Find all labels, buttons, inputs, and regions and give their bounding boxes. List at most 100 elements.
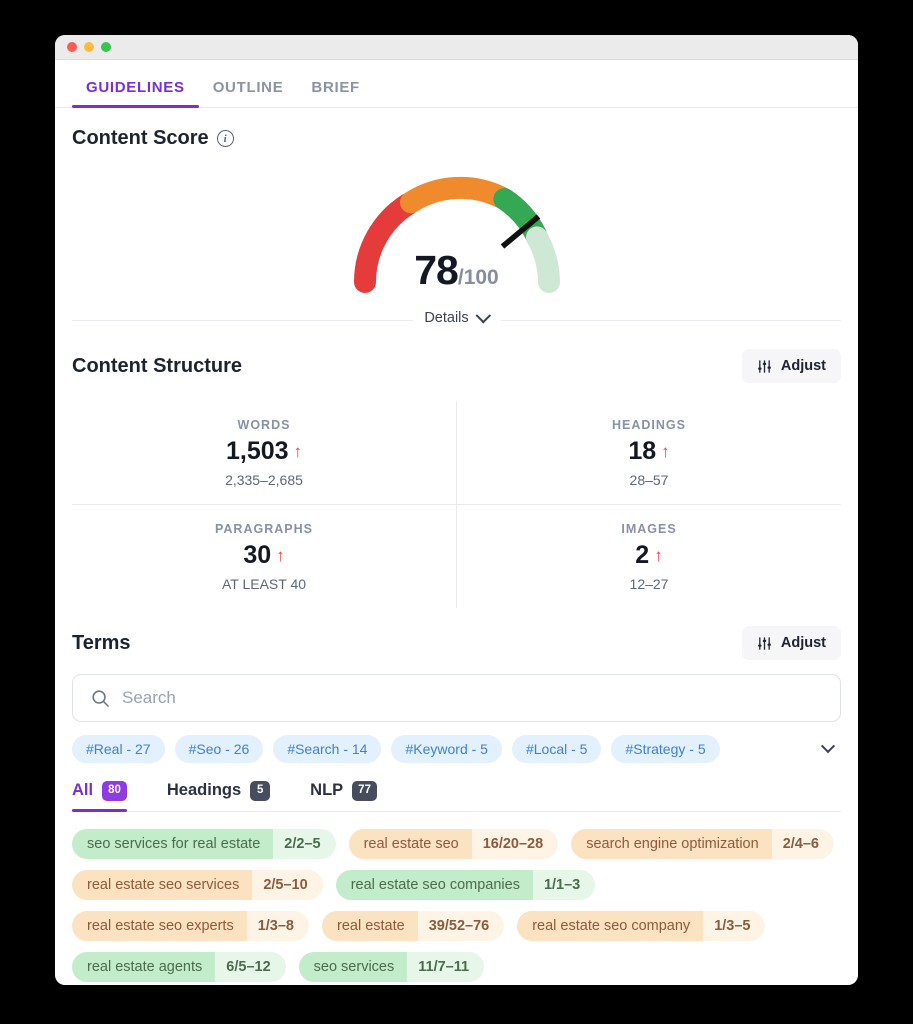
info-icon[interactable]: i (216, 130, 234, 147)
term-chip[interactable]: seo services for real estate 2/2–5 (72, 828, 336, 859)
adjust-structure-label: Adjust (780, 358, 826, 374)
term-chip[interactable]: real estate 39/52–76 (322, 910, 505, 941)
subtab-label: Headings (166, 781, 242, 800)
main-tabbar: GUIDELINES OUTLINE BRIEF (55, 60, 858, 108)
stat-value: 30 (243, 541, 272, 569)
term-chip-list: seo services for real estate 2/2–5 real … (72, 828, 841, 982)
term-name: real estate seo companies (335, 869, 533, 900)
app-window: GUIDELINES OUTLINE BRIEF Content Score i (55, 35, 858, 985)
search-icon (92, 689, 109, 707)
term-count: 2/4–6 (771, 828, 834, 859)
zoom-window-button[interactable] (101, 42, 111, 52)
adjust-structure-button[interactable]: Adjust (741, 349, 841, 383)
term-count: 1/1–3 (532, 869, 596, 900)
term-name: real estate agents (72, 951, 216, 982)
stat-images: IMAGES 2 ↑ 12–27 (457, 505, 841, 608)
term-chip[interactable]: real estate seo experts 1/3–8 (72, 910, 309, 941)
search-input[interactable] (122, 688, 822, 708)
stat-value-group: 30 ↑ (72, 541, 456, 570)
terms-search-box[interactable] (72, 674, 841, 722)
details-toggle-button[interactable]: Details (412, 307, 501, 329)
tab-brief[interactable]: BRIEF (297, 79, 374, 107)
trend-up-icon: ↑ (276, 546, 285, 565)
term-count: 39/52–76 (417, 910, 505, 941)
stat-label: WORDS (237, 418, 291, 432)
stat-label: PARAGRAPHS (215, 522, 313, 536)
tag-filter[interactable]: #Strategy - 5 (611, 735, 720, 763)
sliders-icon (758, 636, 771, 650)
term-chip[interactable]: real estate agents 6/5–12 (72, 951, 286, 982)
tag-filter[interactable]: #Real - 27 (72, 735, 165, 763)
term-chip[interactable]: seo services 11/7–11 (298, 951, 485, 982)
tag-filter[interactable]: #Seo - 26 (174, 735, 264, 763)
gauge-score-readout: 78/100 (72, 250, 841, 291)
term-name: seo services for real estate (72, 828, 274, 859)
term-name: real estate seo company (517, 910, 704, 941)
minimize-window-button[interactable] (84, 42, 94, 52)
term-count: 2/5–10 (252, 869, 323, 900)
subtab-all[interactable]: All 80 (72, 781, 145, 812)
term-count: 2/2–5 (273, 828, 336, 859)
stat-range: 2,335–2,685 (225, 472, 303, 488)
term-name: seo services (298, 951, 408, 982)
tag-filter[interactable]: #Local - 5 (511, 735, 602, 763)
term-name: real estate seo services (72, 869, 253, 900)
subtab-headings[interactable]: Headings 5 (167, 781, 288, 811)
content-score-header: Content Score i (72, 127, 841, 150)
stat-value: 2 (635, 541, 650, 569)
term-count: 11/7–11 (407, 951, 485, 982)
guidelines-panel: Content Score i 78/100 Details Content S… (55, 108, 858, 985)
sliders-icon (758, 359, 771, 373)
content-score-title-group: Content Score i (72, 127, 234, 150)
tag-filter[interactable]: #Search - 14 (273, 735, 382, 763)
terms-header: Terms Adjust (72, 626, 841, 660)
stat-value-group: 2 ↑ (457, 541, 841, 570)
close-window-button[interactable] (67, 42, 77, 52)
tag-filter[interactable]: #Keyword - 5 (391, 735, 502, 763)
term-count: 1/3–5 (703, 910, 766, 941)
chevron-down-icon (820, 739, 836, 754)
term-chip[interactable]: real estate seo 16/20–28 (348, 828, 559, 859)
subtab-label: All (72, 781, 94, 800)
stat-headings: HEADINGS 18 ↑ 28–57 (457, 401, 841, 505)
stat-value-group: 18 ↑ (457, 437, 841, 466)
tab-outline[interactable]: OUTLINE (199, 79, 298, 107)
term-name: real estate seo experts (72, 910, 247, 941)
tab-guidelines[interactable]: GUIDELINES (72, 79, 199, 108)
trend-up-icon: ↑ (654, 546, 663, 565)
score-value: 78 (414, 247, 459, 293)
terms-title: Terms (72, 631, 131, 654)
expand-tags-button[interactable] (820, 739, 836, 754)
stat-range: 12–27 (629, 576, 669, 592)
score-max: /100 (457, 266, 499, 289)
term-count: 1/3–8 (246, 910, 309, 941)
stat-paragraphs: PARAGRAPHS 30 ↑ AT LEAST 40 (72, 505, 456, 608)
term-chip[interactable]: real estate seo company 1/3–5 (517, 910, 766, 941)
term-name: search engine optimization (571, 828, 772, 859)
term-name: real estate seo (348, 828, 472, 859)
page-title: Content Score (72, 127, 209, 149)
subtab-nlp[interactable]: NLP 77 (310, 781, 395, 811)
stat-label: IMAGES (621, 522, 677, 536)
subtab-badge: 80 (102, 781, 127, 801)
stat-label: HEADINGS (612, 418, 686, 432)
stat-range: AT LEAST 40 (221, 576, 307, 592)
stat-value: 18 (628, 437, 657, 465)
adjust-terms-label: Adjust (780, 635, 826, 651)
term-chip[interactable]: real estate seo companies 1/1–3 (335, 869, 596, 900)
adjust-terms-button[interactable]: Adjust (741, 626, 841, 660)
term-chip[interactable]: real estate seo services 2/5–10 (72, 869, 323, 900)
stat-words: WORDS 1,503 ↑ 2,335–2,685 (72, 401, 456, 505)
term-chip[interactable]: search engine optimization 2/4–6 (571, 828, 834, 859)
subtab-badge: 77 (352, 781, 377, 801)
content-structure-title: Content Structure (72, 354, 242, 377)
term-tag-filters: #Real - 27 #Seo - 26 #Search - 14 #Keywo… (72, 735, 841, 763)
stat-range: 28–57 (629, 472, 669, 488)
chevron-down-icon (475, 307, 491, 323)
trend-up-icon: ↑ (293, 442, 303, 461)
details-label: Details (424, 310, 469, 326)
subtab-badge: 5 (250, 781, 271, 801)
stat-value-group: 1,503 ↑ (72, 437, 456, 466)
term-name: real estate (322, 910, 418, 941)
details-divider: Details (72, 307, 841, 329)
